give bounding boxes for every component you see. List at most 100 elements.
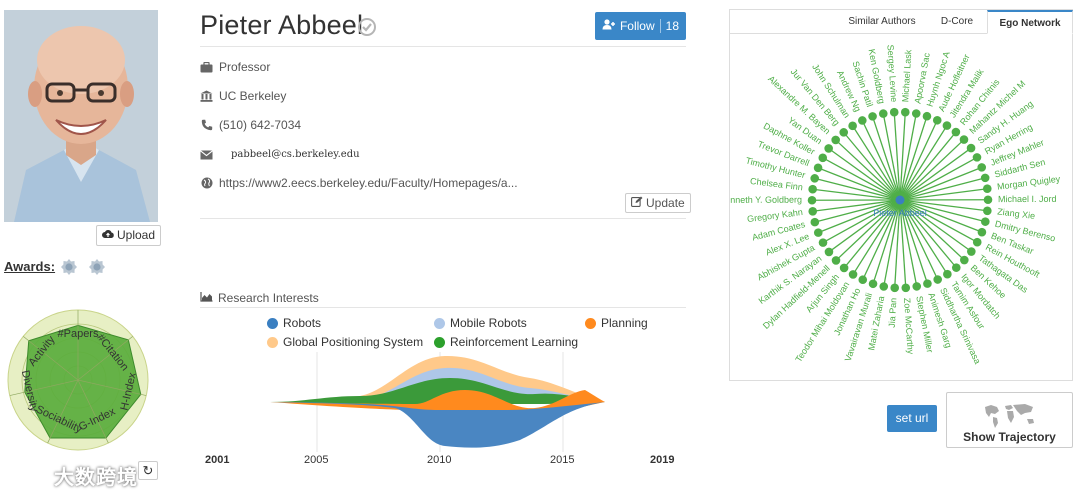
- ego-node-label[interactable]: Kenneth Y. Goldberg: [730, 195, 802, 205]
- ego-edge: [899, 177, 986, 201]
- ego-node[interactable]: [959, 135, 969, 144]
- ego-center-label: Pieter Abbeel: [873, 208, 927, 218]
- ego-node-label[interactable]: Chelsea Finn: [750, 176, 804, 192]
- ego-node[interactable]: [878, 109, 888, 118]
- legend-label: Global Positioning System: [283, 335, 424, 349]
- ego-node[interactable]: [818, 153, 828, 163]
- ego-node[interactable]: [980, 217, 990, 226]
- update-button[interactable]: Update: [625, 193, 691, 213]
- ego-node-label[interactable]: Jia Pan: [887, 297, 899, 328]
- ego-node[interactable]: [967, 247, 976, 256]
- briefcase-icon: [200, 61, 213, 74]
- ego-node[interactable]: [982, 184, 992, 194]
- upload-button[interactable]: Upload: [96, 225, 162, 246]
- ego-node[interactable]: [839, 263, 849, 273]
- homepage-link[interactable]: https://www2.eecs.berkeley.edu/Faculty/H…: [219, 176, 518, 190]
- ego-node[interactable]: [848, 121, 857, 131]
- ego-node[interactable]: [824, 247, 834, 257]
- legend-item[interactable]: Global Positioning System: [267, 335, 423, 349]
- ego-node[interactable]: [923, 279, 932, 288]
- ego-node[interactable]: [810, 174, 820, 183]
- legend-item[interactable]: Planning: [585, 316, 648, 330]
- ego-node[interactable]: [813, 163, 823, 173]
- ego-network-panel: Similar Authors D-Core Ego Network Micha…: [729, 9, 1073, 381]
- ego-node-label[interactable]: Ziang Xie: [997, 206, 1036, 221]
- ego-node[interactable]: [818, 238, 828, 247]
- award-badge-icon[interactable]: [88, 258, 106, 276]
- legend-label: Planning: [601, 316, 648, 330]
- tab-d-core[interactable]: D-Core: [927, 10, 987, 34]
- research-interests-heading: Research Interests: [200, 291, 319, 305]
- add-user-icon: [602, 19, 615, 33]
- follow-divider: [659, 19, 661, 33]
- ego-node[interactable]: [922, 111, 932, 121]
- ego-node[interactable]: [977, 227, 987, 237]
- set-url-button[interactable]: set url: [887, 405, 937, 432]
- legend-swatch: [585, 317, 596, 329]
- year-axis-label: 2015: [550, 454, 575, 466]
- ego-node[interactable]: [858, 116, 867, 125]
- ego-node[interactable]: [839, 128, 849, 137]
- ego-node[interactable]: [831, 135, 840, 145]
- ego-node[interactable]: [972, 153, 982, 162]
- ego-node[interactable]: [960, 255, 969, 265]
- ego-node[interactable]: [932, 115, 942, 125]
- ego-node[interactable]: [831, 256, 841, 265]
- profile-name: Pieter Abbeel: [200, 10, 364, 40]
- legend-item[interactable]: Mobile Robots: [434, 316, 527, 330]
- ego-node[interactable]: [868, 279, 878, 289]
- show-trajectory-button[interactable]: Show Trajectory: [946, 392, 1073, 448]
- divider: [200, 46, 686, 47]
- ego-node[interactable]: [824, 144, 833, 153]
- phone-text: (510) 642-7034: [219, 118, 302, 132]
- ego-node[interactable]: [943, 269, 952, 279]
- year-axis-label: 2001: [205, 454, 230, 466]
- ego-node[interactable]: [810, 217, 820, 227]
- ego-node[interactable]: [977, 163, 987, 172]
- research-interests-streamgraph: [270, 352, 605, 452]
- follow-button[interactable]: Follow 18: [595, 12, 686, 40]
- ego-node[interactable]: [972, 237, 982, 247]
- legend-label: Mobile Robots: [450, 316, 527, 330]
- ability-radar-chart: #Papers#CitationH-IndexG-IndexSociabilit…: [7, 309, 149, 451]
- ego-node[interactable]: [813, 228, 823, 237]
- ego-node[interactable]: [912, 282, 922, 291]
- ego-node[interactable]: [942, 121, 952, 130]
- ego-node[interactable]: [983, 195, 993, 205]
- ego-node[interactable]: [933, 275, 942, 284]
- ego-node[interactable]: [980, 173, 990, 183]
- ego-node[interactable]: [966, 143, 976, 153]
- divider: [200, 307, 686, 308]
- ego-node[interactable]: [889, 107, 899, 117]
- award-badge-icon[interactable]: [60, 258, 78, 276]
- ego-node[interactable]: [890, 283, 900, 293]
- tab-similar-authors[interactable]: Similar Authors: [837, 10, 927, 34]
- ego-node[interactable]: [848, 270, 858, 279]
- ego-node-label[interactable]: Michael Lask: [900, 49, 913, 103]
- ego-node[interactable]: [858, 275, 868, 285]
- tab-ego-network[interactable]: Ego Network: [987, 10, 1073, 34]
- affiliation-text: UC Berkeley: [219, 89, 287, 103]
- ego-node[interactable]: [951, 263, 961, 272]
- refresh-button[interactable]: ↻: [138, 461, 158, 480]
- legend-item[interactable]: Robots: [267, 316, 321, 330]
- ego-edge: [814, 177, 901, 201]
- ego-node-label[interactable]: Sergey Levine: [885, 44, 899, 102]
- ego-node[interactable]: [808, 206, 818, 216]
- position-text: Professor: [219, 60, 271, 74]
- email-row: pabbeel@cs.berkeley.edu: [200, 148, 360, 161]
- ego-node[interactable]: [900, 107, 910, 117]
- ego-node[interactable]: [911, 109, 921, 118]
- ego-node[interactable]: [868, 112, 877, 121]
- ego-node[interactable]: [808, 184, 817, 194]
- legend-item[interactable]: Reinforcement Learning: [434, 335, 578, 349]
- ego-node[interactable]: [901, 283, 911, 293]
- ego-node-label[interactable]: Zoe McCarthy: [902, 297, 916, 355]
- ego-node[interactable]: [983, 206, 992, 216]
- ego-node[interactable]: [879, 282, 889, 291]
- awards-label[interactable]: Awards:: [4, 259, 55, 274]
- ego-node[interactable]: [951, 127, 961, 137]
- ego-center-node[interactable]: [895, 195, 905, 205]
- ego-node[interactable]: [807, 195, 817, 205]
- ego-node-label[interactable]: Michael I. Jord: [998, 194, 1057, 204]
